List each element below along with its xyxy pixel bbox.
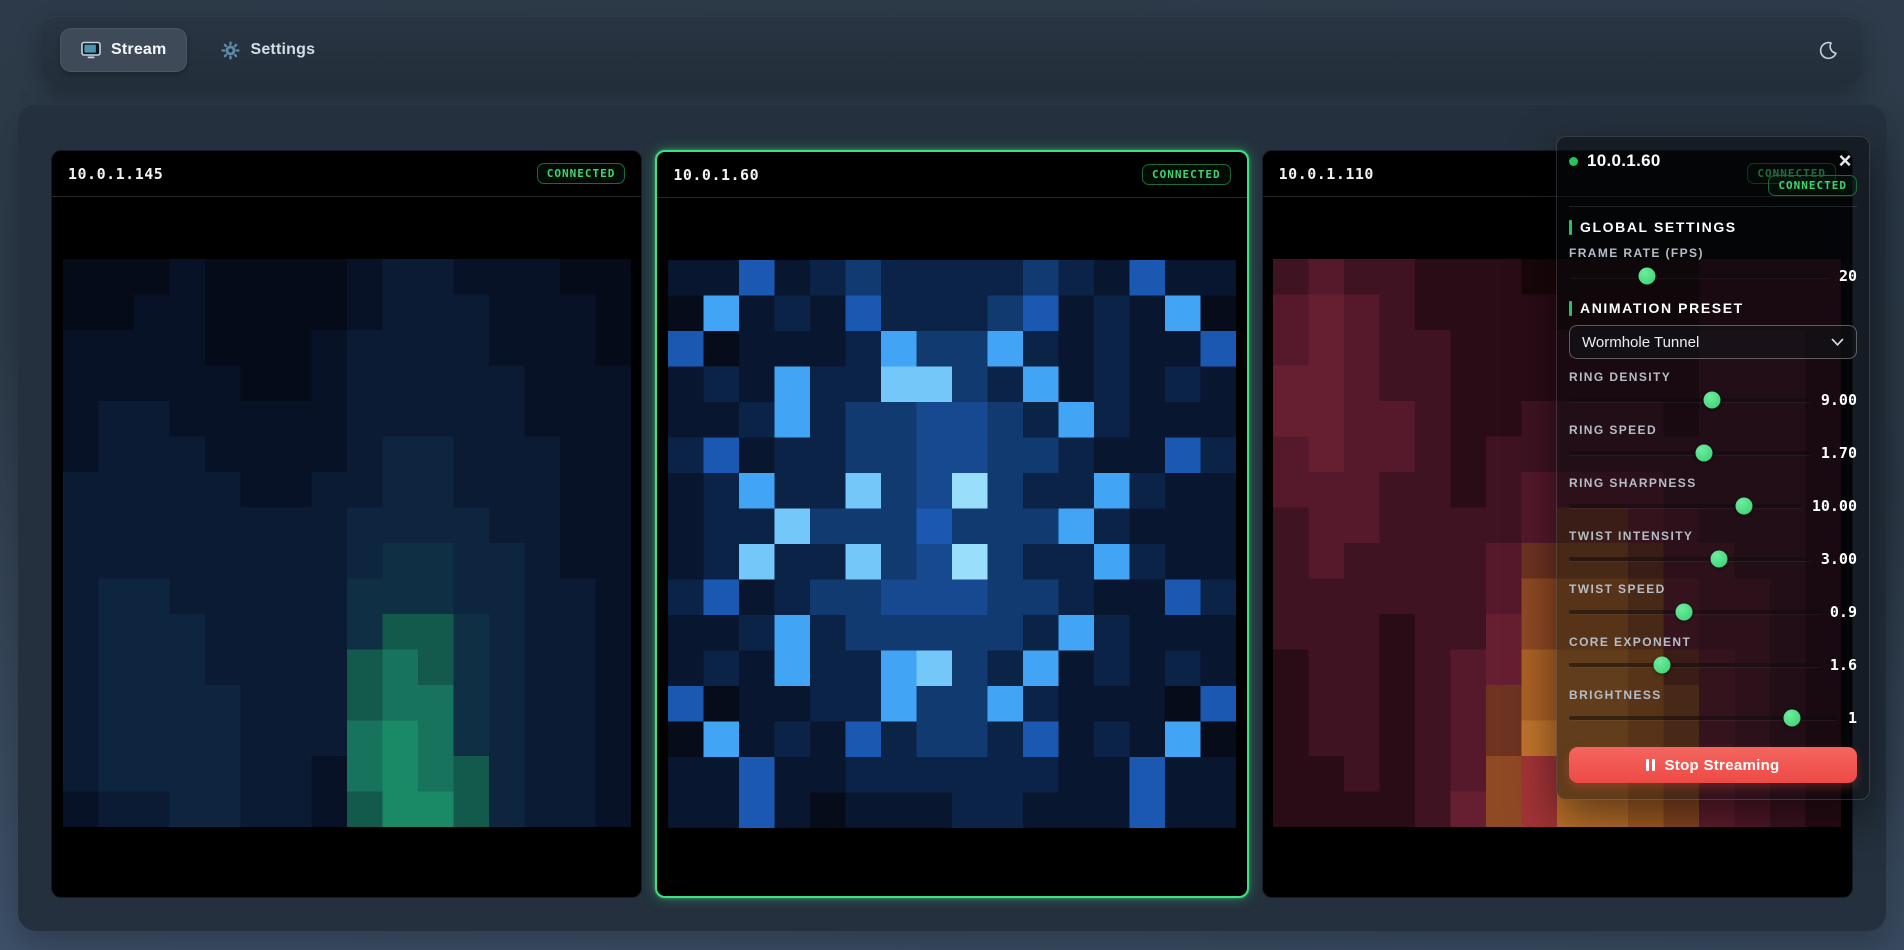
- param-slider[interactable]: [1569, 716, 1838, 720]
- param-slider[interactable]: [1569, 398, 1811, 402]
- param-value: 1.6: [1830, 656, 1857, 674]
- preset-param: RING SPEED 1.70: [1569, 423, 1857, 465]
- slider-row: 1: [1569, 706, 1857, 730]
- slider-thumb[interactable]: [1638, 268, 1655, 285]
- param-slider[interactable]: [1569, 610, 1820, 614]
- preset-params: RING DENSITY 9.00 RING SPEED 1.70 RING S…: [1569, 370, 1857, 730]
- panel-ip: 10.0.1.110: [1279, 165, 1374, 183]
- slider-label: CORE EXPONENT: [1569, 635, 1857, 649]
- slider-row: 9.00: [1569, 388, 1857, 412]
- stream-canvas: [63, 259, 631, 827]
- overlay-header: 10.0.1.60 ×: [1569, 149, 1857, 173]
- slider-thumb[interactable]: [1735, 498, 1752, 515]
- slider-label: RING DENSITY: [1569, 370, 1857, 384]
- overlay-title: 10.0.1.60: [1587, 151, 1661, 171]
- slider-row: 3.00: [1569, 547, 1857, 571]
- monitor-icon: [81, 41, 101, 59]
- slider-row: 10.00: [1569, 494, 1857, 518]
- preset-param: RING SHARPNESS 10.00: [1569, 476, 1857, 518]
- close-icon[interactable]: ×: [1833, 149, 1857, 173]
- tab-stream-label: Stream: [111, 41, 166, 59]
- device-settings-overlay: 10.0.1.60 × CONNECTED GLOBAL SETTINGS FR…: [1556, 136, 1870, 800]
- theme-toggle[interactable]: [1810, 32, 1846, 68]
- panel-header: 10.0.1.60 CONNECTED: [657, 152, 1246, 198]
- preset-param: CORE EXPONENT 1.6: [1569, 635, 1857, 677]
- stream-preview-area: [657, 198, 1246, 896]
- section-animation-preset: ANIMATION PRESET: [1569, 300, 1857, 316]
- stream-panel-2[interactable]: 10.0.1.60 CONNECTED: [655, 150, 1248, 898]
- preset-select-value: Wormhole Tunnel: [1582, 334, 1699, 351]
- slider-thumb[interactable]: [1703, 392, 1720, 409]
- slider-label: RING SHARPNESS: [1569, 476, 1857, 490]
- top-nav: Stream: [42, 16, 1862, 84]
- panel-header: 10.0.1.145 CONNECTED: [52, 151, 641, 197]
- slider-label: BRIGHTNESS: [1569, 688, 1857, 702]
- section-global-settings: GLOBAL SETTINGS: [1569, 219, 1857, 235]
- slider-thumb[interactable]: [1784, 710, 1801, 727]
- preset-param: BRIGHTNESS 1: [1569, 688, 1857, 730]
- param-value: 10.00: [1812, 497, 1857, 515]
- slider-thumb[interactable]: [1653, 657, 1670, 674]
- slider-label: RING SPEED: [1569, 423, 1857, 437]
- frame-rate-value: 20: [1839, 267, 1857, 285]
- stream-canvas: [668, 260, 1236, 828]
- slider-thumb[interactable]: [1696, 445, 1713, 462]
- accent-bar: [1569, 220, 1572, 235]
- param-slider[interactable]: [1569, 663, 1820, 667]
- param-value: 3.00: [1821, 550, 1857, 568]
- slider-thumb[interactable]: [1710, 551, 1727, 568]
- slider-row: 0.9: [1569, 600, 1857, 624]
- preset-select[interactable]: Wormhole Tunnel: [1569, 325, 1857, 359]
- stream-panel-1[interactable]: 10.0.1.145 CONNECTED: [51, 150, 642, 898]
- param-slider[interactable]: [1569, 504, 1802, 508]
- pause-icon: [1646, 759, 1655, 771]
- param-slider[interactable]: [1569, 557, 1811, 561]
- param-value: 9.00: [1821, 391, 1857, 409]
- panel-ip: 10.0.1.60: [673, 166, 759, 184]
- slider-row-frame-rate: 20: [1569, 264, 1857, 288]
- moon-icon: [1818, 40, 1839, 61]
- status-badge: CONNECTED: [537, 163, 626, 184]
- tab-stream[interactable]: Stream: [60, 28, 187, 72]
- tab-settings[interactable]: Settings: [201, 28, 335, 72]
- slider-row: 1.70: [1569, 441, 1857, 465]
- preset-param: TWIST INTENSITY 3.00: [1569, 529, 1857, 571]
- tab-settings-label: Settings: [250, 41, 315, 59]
- stop-streaming-button[interactable]: Stop Streaming: [1569, 747, 1857, 783]
- param-value: 1.70: [1821, 444, 1857, 462]
- slider-label: TWIST SPEED: [1569, 582, 1857, 596]
- chevron-down-icon: [1831, 338, 1844, 347]
- slider-thumb[interactable]: [1676, 604, 1693, 621]
- status-badge: CONNECTED: [1142, 164, 1231, 185]
- slider-label-frame-rate: FRAME RATE (FPS): [1569, 246, 1857, 260]
- stream-preview-area: [52, 197, 641, 897]
- preset-param: TWIST SPEED 0.9: [1569, 582, 1857, 624]
- slider-row: 1.6: [1569, 653, 1857, 677]
- online-dot: [1569, 157, 1578, 166]
- param-value: 0.9: [1830, 603, 1857, 621]
- param-value: 1: [1848, 709, 1857, 727]
- param-slider[interactable]: [1569, 451, 1811, 455]
- panel-ip: 10.0.1.145: [68, 165, 163, 183]
- slider-label: TWIST INTENSITY: [1569, 529, 1857, 543]
- frame-rate-slider[interactable]: [1569, 274, 1829, 278]
- gear-icon: [221, 41, 240, 60]
- accent-bar: [1569, 301, 1572, 316]
- divider: [1569, 206, 1857, 207]
- status-badge: CONNECTED: [1768, 175, 1857, 196]
- preset-param: RING DENSITY 9.00: [1569, 370, 1857, 412]
